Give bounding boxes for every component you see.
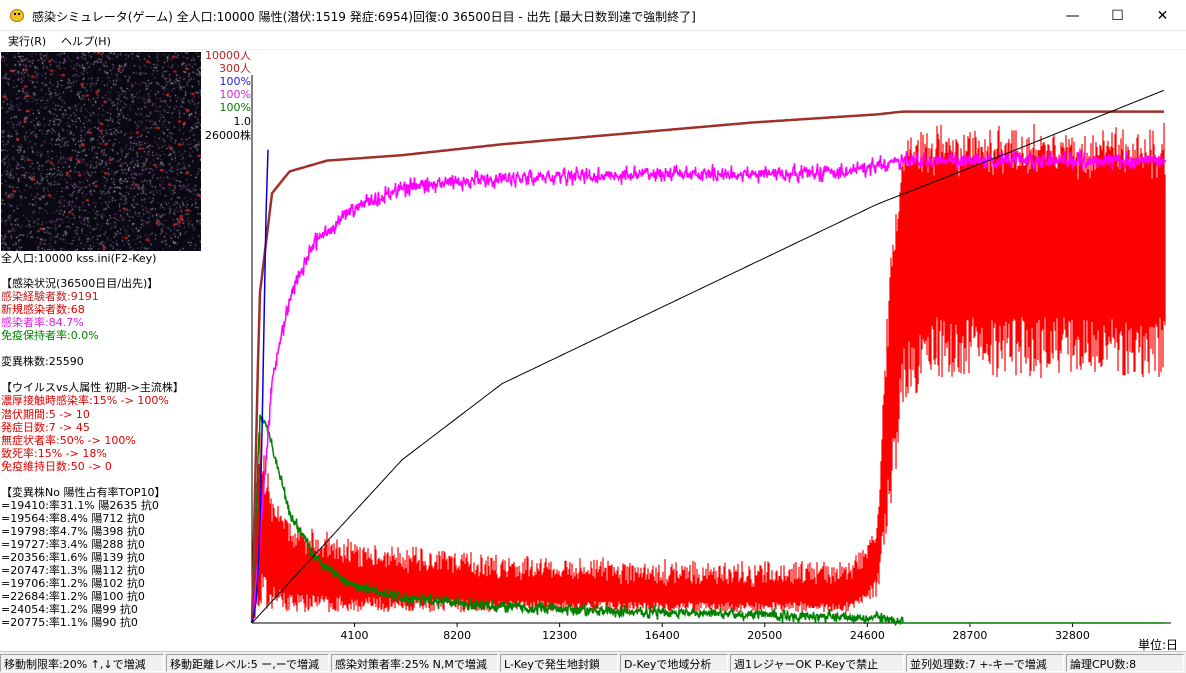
y-axis-label: 10000人 [205,51,251,62]
x-tick-label: 16400 [645,629,680,642]
status-cell: D-Keyで地域分析 [620,654,728,672]
x-tick-label: 12300 [542,629,577,642]
menu-run[interactable]: 実行(R) [8,33,46,49]
status-bar: 移動制限率:20% ↑,↓で増減 移動距離レベル:5 ー,ーで増減 感染対策者率:2… [0,651,1186,673]
maximize-icon: ☐ [1111,7,1124,24]
panel-line: =19727:率3.4% 陽288 抗0 [1,538,145,551]
y-axis-label: 100% [220,75,251,88]
status-cell: 移動制限率:20% ↑,↓で増減 [0,654,164,672]
maximize-button[interactable]: ☐ [1095,0,1140,31]
panel-line: =20356:率1.6% 陽139 抗0 [1,551,145,565]
close-button[interactable]: ✕ [1140,0,1185,31]
status-cell: 移動距離レベル:5 ー,ーで増減 [166,654,329,672]
status-cell: 並列処理数:7 +-キーで増減 [906,654,1064,672]
y-axis-label: 300人 [219,62,251,75]
title-bar: 感染シミュレータ(ゲーム) 全人口:10000 陽性(潜伏:1519 発症:69… [0,0,1186,31]
population-line: 全人口:10000 kss.ini(F2-Key) [1,252,157,265]
panel-line: 【変異株No 陽性占有率TOP10】 [1,485,166,499]
menu-bar: 実行(R) ヘルプ(H) [0,31,1186,50]
status-cell: L-Keyで発生地封鎖 [500,654,618,672]
panel-line: 免疫維持日数:50 -> 0 [1,459,112,473]
panel-line: 濃厚接触時感染率:15% -> 100% [1,394,169,408]
panel-line: =20747:率1.3% 陽112 抗0 [1,564,145,578]
x-tick-label: 28700 [952,629,987,642]
panel-line: 【感染状況(36500日目/出先)】 [1,277,159,290]
panel-line: =19798:率4.7% 陽398 抗0 [1,524,145,538]
menu-help[interactable]: ヘルプ(H) [61,33,111,49]
panel-line: 発症日数:7 -> 45 [1,420,90,434]
simulation-map[interactable] [1,52,201,251]
panel-line: 変異株数:25590 [1,355,84,369]
panel-line: 感染者率:84.7% [1,316,84,330]
minimize-icon: — [1065,7,1080,24]
panel-line: 致死率:15% -> 18% [1,446,107,460]
y-axis-label: 1.0 [234,115,252,128]
panel-line: =24054:率1.2% 陽99 抗0 [1,603,138,617]
panel-line: 免疫保持者率:0.0% [1,329,99,343]
time-series-chart: 10000人300人100%100%100%1.026000株4100 8200 1… [205,49,1178,652]
close-icon: ✕ [1156,7,1169,24]
window-title: 感染シミュレータ(ゲーム) 全人口:10000 陽性(潜伏:1519 発症:69… [32,10,696,24]
x-tick-label: 20500 [747,629,782,642]
x-unit-label: 単位:日 [1138,637,1178,651]
panel-line: =19706:率1.2% 陽102 抗0 [1,577,145,591]
x-tick-label: 8200 [443,629,471,642]
y-axis-label: 26000株 [205,128,251,142]
app-face-icon[interactable] [10,9,24,22]
panel-line: =20775:率1.1% 陽90 抗0 [1,616,138,630]
y-axis-label: 100% [220,101,251,114]
y-axis-label: 100% [220,88,251,101]
status-cell: 論理CPU数:8 [1066,654,1184,672]
status-cell: 感染対策者率:25% N,Mで増減 [331,654,498,672]
minimize-button[interactable]: — [1050,0,1095,31]
panel-line: =19410:率31.1% 陽2635 抗0 [1,498,159,512]
panel-line: 無症状者率:50% -> 100% [1,433,136,447]
status-cell: 週1レジャーOK P-Keyで禁止 [730,654,904,672]
panel-line: 【ウイルスvs人属性 初期->主流株】 [1,381,184,395]
panel-line: 新規感染者数:68 [1,303,85,317]
x-tick-label: 24600 [850,629,885,642]
panel-line: =19564:率8.4% 陽712 抗0 [1,511,145,525]
x-tick-label: 32800 [1055,629,1090,642]
chart-area: 10000人 300人 100% 100% 100% 1.0 26000株 4100 8200 1… [200,49,1186,652]
panel-line: 潜伏期間:5 -> 10 [1,407,90,421]
panel-line: =22684:率1.2% 陽100 抗0 [1,590,145,604]
panel-line: 感染経験者数:9191 [1,290,99,304]
x-tick-label: 4100 [341,629,369,642]
